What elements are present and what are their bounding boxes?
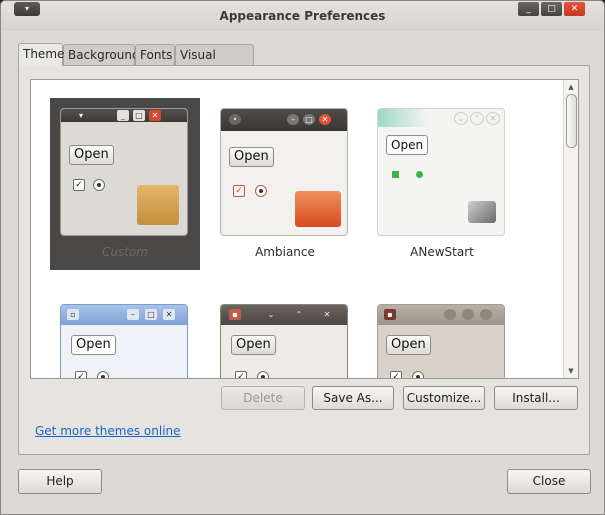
theme-preview: ▾ _ □ ✕ Open ✓ xyxy=(60,108,188,236)
theme-preview: ▪ Open ✓ xyxy=(377,304,505,378)
theme-label: Ambiance xyxy=(255,245,315,259)
preview-minimize-icon: _ xyxy=(117,110,129,121)
tab-fonts[interactable]: Fonts xyxy=(135,44,175,65)
window-title: Appearance Preferences xyxy=(219,9,386,23)
preview-open-button: Open xyxy=(231,335,276,355)
theme-preview: • – □ ✕ Open ✓ xyxy=(220,108,348,236)
folder-icon xyxy=(295,191,341,227)
theme-item-ambiance[interactable]: • – □ ✕ Open ✓ Ambiance xyxy=(210,98,360,270)
preview-minimize-icon: – xyxy=(127,309,139,320)
minimize-button[interactable]: _ xyxy=(518,2,539,16)
theme-preview: ▫ – □ ✕ Open ✓ xyxy=(60,304,188,378)
preview-radio xyxy=(255,185,267,197)
preview-radio xyxy=(416,171,423,178)
install-button[interactable]: Install... xyxy=(494,386,578,410)
preview-open-button: Open xyxy=(386,135,429,155)
theme-preview: ⌄ ⌃ ✕ Open xyxy=(377,108,505,236)
preview-close-icon: ✕ xyxy=(486,112,500,125)
preview-minimize-icon xyxy=(444,309,456,320)
appearance-preferences-window: ▾ Appearance Preferences _ □ ✕ Theme Bac… xyxy=(0,0,605,515)
preview-radio xyxy=(412,371,424,378)
preview-checkbox: ✓ xyxy=(75,371,87,378)
preview-title-bar: ▫ – □ ✕ xyxy=(61,305,187,325)
theme-item-4[interactable]: ▫ – □ ✕ Open ✓ xyxy=(50,294,200,378)
theme-item-6[interactable]: ▪ Open ✓ xyxy=(367,294,517,378)
preview-radio xyxy=(93,179,105,191)
theme-label: ANewStart xyxy=(410,245,474,259)
preview-title-bar: • – □ ✕ xyxy=(221,109,347,131)
preview-checkbox xyxy=(392,171,399,178)
preview-menu-icon: ▪ xyxy=(384,309,396,320)
preview-title-bar: ▪ ⌄ ⌃ ✕ xyxy=(221,305,347,325)
preview-checkbox: ✓ xyxy=(390,371,402,378)
preview-maximize-icon: □ xyxy=(145,309,157,320)
preview-close-icon: ✕ xyxy=(163,309,175,320)
tab-theme[interactable]: Theme xyxy=(18,43,64,66)
scroll-up-arrow-icon[interactable]: ▲ xyxy=(564,81,578,93)
preview-checkbox: ✓ xyxy=(73,179,85,191)
preview-close-icon: ✕ xyxy=(149,110,161,121)
preview-close-icon: ✕ xyxy=(323,310,331,319)
save-as-button[interactable]: Save As... xyxy=(312,386,394,410)
close-window-button[interactable]: ✕ xyxy=(564,2,585,16)
theme-preview: ▪ ⌄ ⌃ ✕ Open ✓ xyxy=(220,304,348,378)
close-button[interactable]: Close xyxy=(507,469,591,494)
preview-maximize-icon xyxy=(462,309,474,320)
preview-minimize-icon: ⌄ xyxy=(267,310,275,319)
preview-maximize-icon: ⌃ xyxy=(295,310,303,319)
preview-menu-icon: ▫ xyxy=(67,309,79,320)
preview-checkbox: ✓ xyxy=(233,185,245,197)
theme-list[interactable]: ▾ _ □ ✕ Open ✓ Custom • – □ ✕ Open ✓ Amb… xyxy=(30,79,579,379)
scrollbar-thumb[interactable] xyxy=(566,94,577,148)
customize-button[interactable]: Customize... xyxy=(403,386,485,410)
theme-item-5[interactable]: ▪ ⌄ ⌃ ✕ Open ✓ xyxy=(210,294,360,378)
tab-background[interactable]: Background xyxy=(63,44,140,65)
scroll-down-arrow-icon[interactable]: ▼ xyxy=(564,365,578,377)
preview-minimize-icon: – xyxy=(287,114,299,125)
preview-title-bar: ▾ _ □ ✕ xyxy=(61,109,187,122)
preview-title-bar: ▪ xyxy=(378,305,504,325)
preview-menu-icon: ▾ xyxy=(78,111,83,120)
preview-maximize-icon: □ xyxy=(133,110,145,121)
preview-open-button: Open xyxy=(69,145,114,165)
preview-title-bar: ⌄ ⌃ ✕ xyxy=(378,109,504,127)
preview-radio xyxy=(257,371,269,378)
preview-menu-icon: • xyxy=(229,114,241,125)
theme-item-anewstart[interactable]: ⌄ ⌃ ✕ Open ANewStart xyxy=(367,98,517,270)
preview-minimize-icon: ⌄ xyxy=(454,112,468,125)
title-bar[interactable]: ▾ Appearance Preferences _ □ ✕ xyxy=(1,1,604,31)
preview-maximize-icon: □ xyxy=(303,114,315,125)
preview-open-button: Open xyxy=(71,335,116,355)
preview-checkbox: ✓ xyxy=(235,371,247,378)
help-button[interactable]: Help xyxy=(18,469,102,494)
preview-open-button: Open xyxy=(386,335,431,355)
drive-icon xyxy=(468,201,496,223)
preview-radio xyxy=(97,371,109,378)
theme-item-custom[interactable]: ▾ _ □ ✕ Open ✓ Custom xyxy=(50,98,200,270)
preview-menu-icon: ▪ xyxy=(229,309,241,320)
preview-close-icon: ✕ xyxy=(319,114,331,125)
delete-button[interactable]: Delete xyxy=(221,386,305,410)
folder-icon xyxy=(137,185,179,225)
preview-open-button: Open xyxy=(229,147,274,167)
get-more-themes-link[interactable]: Get more themes online xyxy=(35,424,181,438)
preview-close-icon xyxy=(480,309,492,320)
maximize-button[interactable]: □ xyxy=(541,2,562,16)
theme-list-scrollbar[interactable]: ▲ ▼ xyxy=(563,80,578,378)
theme-label: Custom xyxy=(102,245,148,259)
tab-visual-effects[interactable]: Visual Effects xyxy=(175,44,254,83)
preview-maximize-icon: ⌃ xyxy=(470,112,484,125)
